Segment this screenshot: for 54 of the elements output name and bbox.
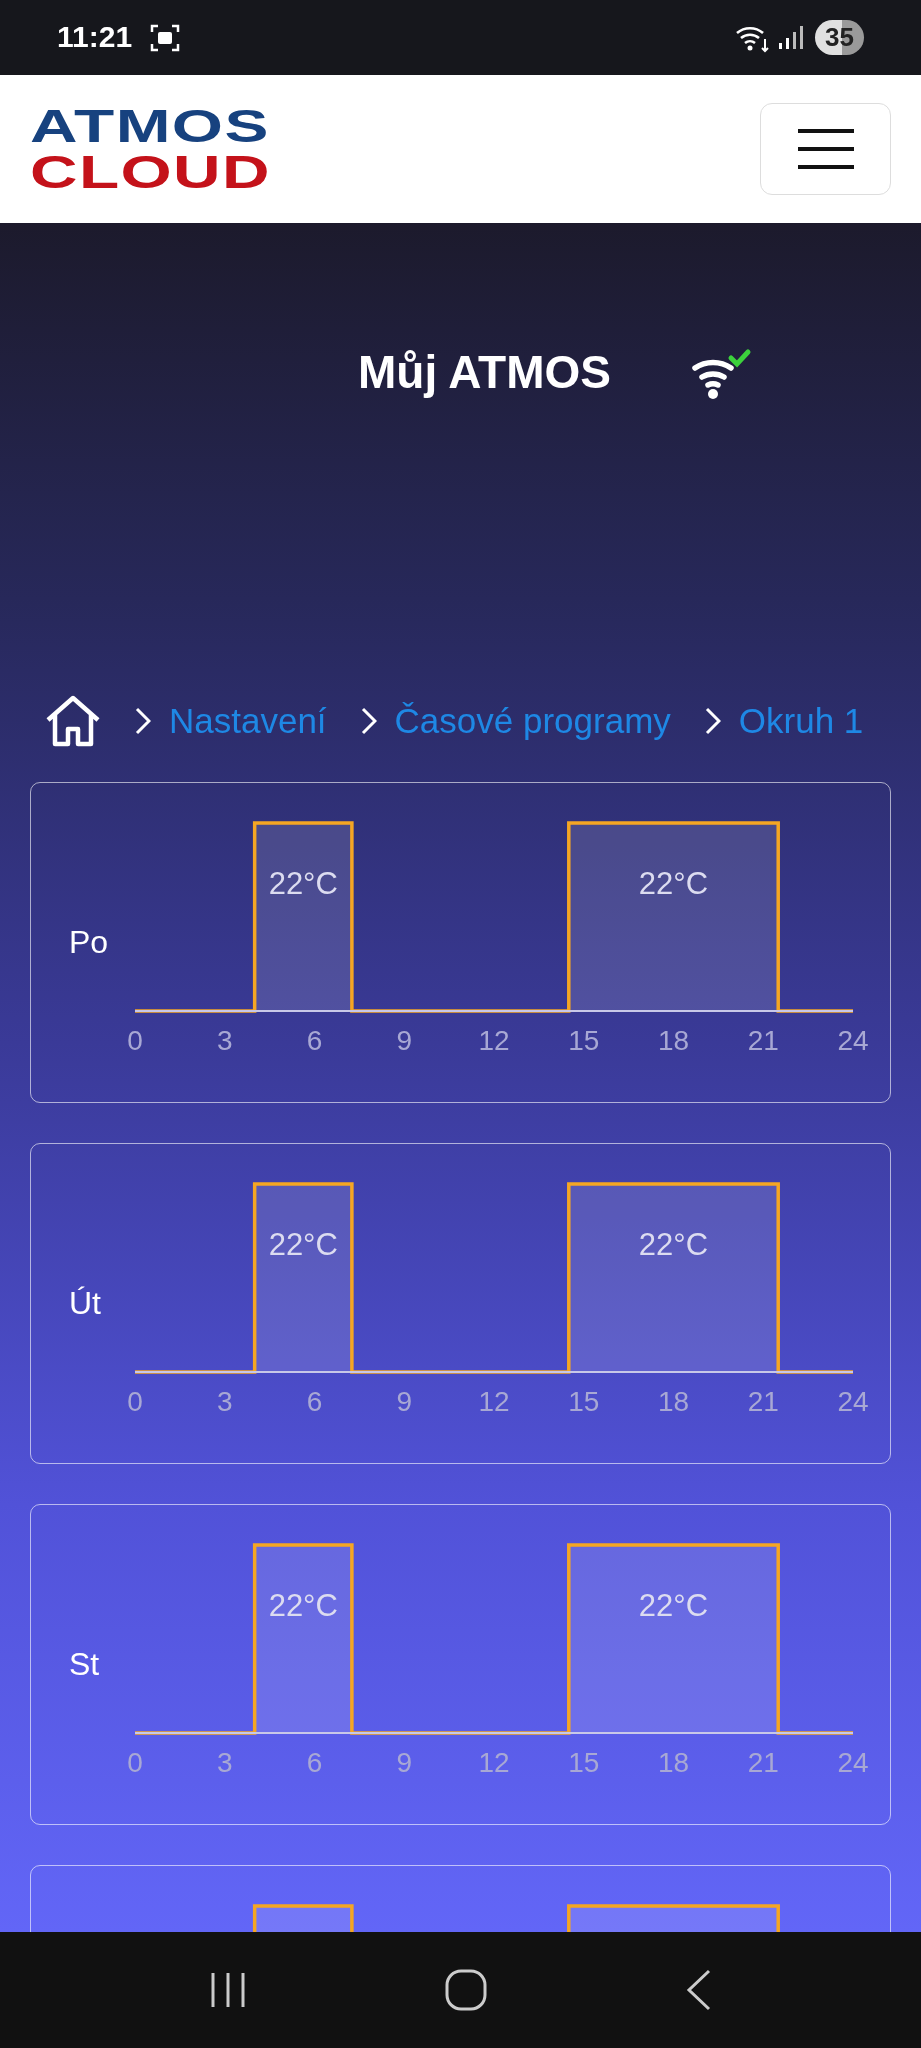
breadcrumb-link[interactable]: Nastavení [169, 701, 327, 741]
axis-tick-label: 15 [568, 1386, 600, 1417]
day-label: Po [69, 924, 109, 960]
day-label: St [69, 1646, 100, 1682]
temperature-label: 22°C [638, 1227, 709, 1262]
breadcrumb-link[interactable]: Okruh 1 [738, 701, 864, 741]
day-label: Út [69, 1285, 101, 1321]
battery-level: 35 [815, 20, 864, 55]
axis-tick-label: 24 [837, 1747, 869, 1778]
axis-tick-label: 3 [216, 1025, 233, 1056]
recent-apps-icon[interactable] [209, 1971, 248, 2009]
axis-tick-label: 0 [127, 1386, 143, 1417]
home-icon[interactable] [45, 695, 101, 747]
axis-tick-label: 3 [216, 1747, 233, 1778]
axis-tick-label: 0 [127, 1747, 143, 1778]
axis-tick-label: 21 [747, 1025, 779, 1056]
axis-tick-label: 18 [657, 1747, 690, 1778]
axis-tick-label: 3 [216, 1386, 233, 1417]
axis-tick-label: 12 [478, 1747, 510, 1778]
axis-tick-label: 6 [306, 1386, 323, 1417]
axis-tick-label: 12 [478, 1386, 510, 1417]
home-button-icon[interactable] [445, 1969, 488, 2011]
axis-tick-label: 0 [127, 1025, 143, 1056]
logo: ATMOS CLOUD [30, 103, 271, 195]
axis-tick-label: 12 [478, 1025, 510, 1056]
chevron-icon [135, 707, 151, 735]
axis-tick-label: 9 [396, 1747, 413, 1778]
axis-tick-label: 15 [568, 1025, 600, 1056]
axis-tick-label: 21 [747, 1386, 779, 1417]
temperature-label: 22°C [268, 1227, 338, 1262]
axis-tick-label: 18 [657, 1025, 690, 1056]
menu-icon [797, 128, 854, 170]
temperature-label: 22°C [268, 866, 338, 901]
temperature-label: 22°C [638, 866, 709, 901]
axis-tick-label: 21 [747, 1747, 779, 1778]
back-icon[interactable] [685, 1969, 712, 2011]
axis-tick-label: 24 [837, 1386, 869, 1417]
screenshot-icon [150, 22, 181, 53]
chevron-icon [360, 707, 377, 735]
chevron-icon [704, 707, 721, 735]
axis-tick-label: 6 [306, 1025, 323, 1056]
page-title: Můj ATMOS [358, 345, 611, 399]
temperature-label: 22°C [638, 1588, 709, 1623]
axis-tick-label: 18 [657, 1386, 690, 1417]
menu-button[interactable] [760, 103, 891, 195]
temperature-label: 22°C [268, 1588, 338, 1623]
clock-time: 11:21 [57, 19, 133, 54]
axis-tick-label: 15 [568, 1747, 600, 1778]
axis-tick-label: 9 [396, 1025, 413, 1056]
axis-tick-label: 6 [306, 1747, 323, 1778]
axis-tick-label: 9 [396, 1386, 413, 1417]
axis-tick-label: 24 [837, 1025, 869, 1056]
breadcrumb-link[interactable]: Časové programy [394, 701, 671, 741]
signal-icon [777, 24, 806, 51]
